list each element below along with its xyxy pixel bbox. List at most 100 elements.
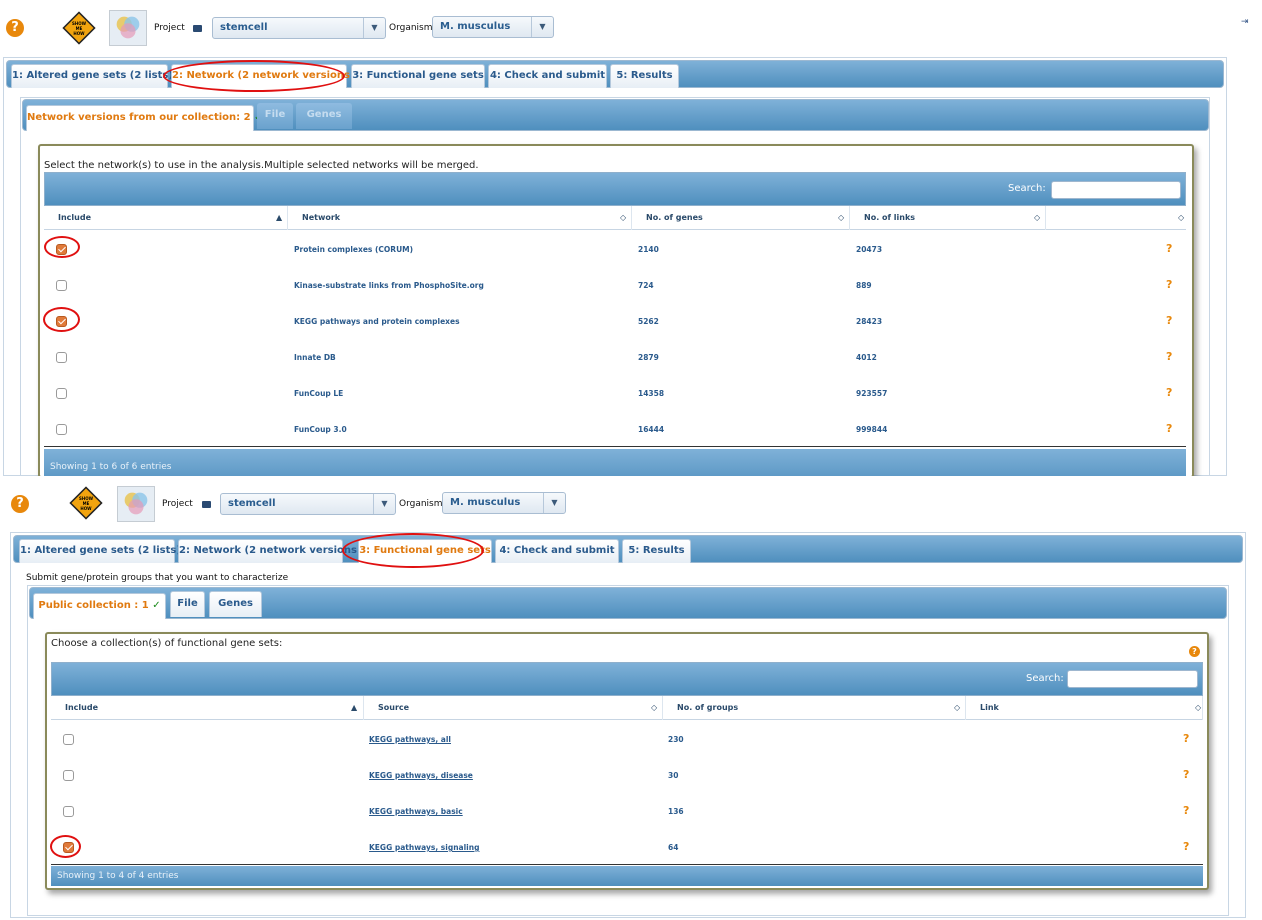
table-row[interactable]: Innate DB 2879 4012 ?: [44, 339, 1186, 375]
include-checkbox[interactable]: [56, 352, 67, 363]
sort-icon[interactable]: ◇: [1034, 206, 1040, 230]
organism-select[interactable]: M. musculus ▼: [442, 492, 566, 514]
help-icon[interactable]: ?: [1166, 314, 1172, 327]
svg-text:HOW: HOW: [73, 31, 85, 36]
project-select[interactable]: stemcell ▼: [212, 17, 386, 39]
tab-check-and-submit[interactable]: 4: Check and submit: [495, 539, 619, 563]
include-checkbox[interactable]: [63, 734, 74, 745]
tab-check-and-submit[interactable]: 4: Check and submit: [488, 64, 607, 88]
subtab-genes[interactable]: Genes: [209, 591, 262, 617]
sort-icon[interactable]: ◇: [1195, 696, 1201, 720]
sort-icon[interactable]: ◇: [620, 206, 626, 230]
help-icon[interactable]: ?: [1166, 422, 1172, 435]
network-name[interactable]: FunCoup 3.0: [294, 425, 347, 434]
col-include[interactable]: Include: [44, 206, 288, 230]
include-checkbox[interactable]: [63, 806, 74, 817]
organism-select[interactable]: M. musculus ▼: [432, 16, 554, 38]
sort-icon[interactable]: ◇: [1178, 206, 1184, 230]
organism-select-value: M. musculus: [440, 21, 511, 32]
genes-count: 5262: [638, 317, 659, 326]
col-include[interactable]: Include: [51, 696, 364, 720]
organism-label: Organism: [399, 499, 443, 509]
network-name[interactable]: Innate DB: [294, 353, 336, 362]
table-row[interactable]: KEGG pathways, signaling 64 ?: [51, 829, 1203, 865]
help-icon[interactable]: ?: [11, 495, 29, 513]
help-icon[interactable]: ?: [6, 19, 24, 37]
col-genes[interactable]: No. of genes: [632, 206, 850, 230]
show-me-how-icon[interactable]: SHOW ME HOW: [61, 10, 97, 46]
include-checkbox[interactable]: [56, 280, 67, 291]
sort-icon[interactable]: ◇: [651, 696, 657, 720]
logout-icon[interactable]: ⇥: [1241, 17, 1249, 27]
groups-count: 30: [668, 771, 679, 780]
tab-functional-gene-sets[interactable]: 3: Functional gene sets: [351, 64, 485, 88]
network-description: Select the network(s) to use in the anal…: [44, 160, 479, 171]
help-icon[interactable]: ?: [1166, 386, 1172, 399]
project-select-value: stemcell: [228, 498, 276, 509]
search-input[interactable]: [1051, 181, 1181, 199]
subtab-file[interactable]: File: [257, 103, 293, 129]
links-count: 999844: [856, 425, 888, 434]
table-row[interactable]: Protein complexes (CORUM) 2140 20473 ?: [44, 231, 1186, 267]
table-row[interactable]: FunCoup LE 14358 923557 ?: [44, 375, 1186, 411]
col-groups[interactable]: No. of groups: [663, 696, 966, 720]
genes-count: 724: [638, 281, 654, 290]
table-row[interactable]: Kinase-substrate links from PhosphoSite.…: [44, 267, 1186, 303]
source-link[interactable]: KEGG pathways, disease: [369, 771, 473, 780]
functional-description: Choose a collection(s) of functional gen…: [51, 638, 283, 649]
include-checkbox[interactable]: [63, 770, 74, 781]
include-checkbox[interactable]: [56, 388, 67, 399]
help-icon[interactable]: ?: [1183, 768, 1189, 781]
network-name[interactable]: FunCoup LE: [294, 389, 343, 398]
show-me-how-icon[interactable]: SHOW ME HOW: [68, 485, 104, 521]
col-network[interactable]: Network: [288, 206, 632, 230]
network-step-screenshot: ? SHOW ME HOW Project stemcell ▼ Organis…: [0, 0, 1262, 476]
help-icon[interactable]: ?: [1189, 646, 1200, 657]
help-icon[interactable]: ?: [1166, 278, 1172, 291]
help-icon[interactable]: ?: [1183, 840, 1189, 853]
chevron-down-icon: ▼: [531, 17, 553, 37]
tab-results[interactable]: 5: Results: [610, 64, 679, 88]
col-link[interactable]: Link: [966, 696, 1203, 720]
annotation-circle: [163, 60, 345, 92]
sort-asc-icon[interactable]: ▲: [351, 696, 357, 720]
genes-count: 14358: [638, 389, 665, 398]
tab-results[interactable]: 5: Results: [622, 539, 691, 563]
table-row[interactable]: KEGG pathways, basic 136 ?: [51, 793, 1203, 829]
network-name[interactable]: Protein complexes (CORUM): [294, 245, 413, 254]
network-name[interactable]: Kinase-substrate links from PhosphoSite.…: [294, 281, 484, 290]
project-label: Project: [162, 499, 193, 509]
subtab-network-collection[interactable]: Network versions from our collection: 2 …: [26, 105, 262, 131]
table-row[interactable]: KEGG pathways and protein complexes 5262…: [44, 303, 1186, 339]
subtab-genes[interactable]: Genes: [296, 103, 352, 129]
table-row[interactable]: KEGG pathways, all 230 ?: [51, 721, 1203, 757]
source-link[interactable]: KEGG pathways, signaling: [369, 843, 479, 852]
help-icon[interactable]: ?: [1183, 804, 1189, 817]
table-toolbar: Search:: [51, 662, 1203, 696]
tab-network[interactable]: 2: Network (2 network versions): [178, 539, 362, 563]
help-icon[interactable]: ?: [1166, 242, 1172, 255]
col-source[interactable]: Source: [364, 696, 663, 720]
sort-icon[interactable]: ◇: [954, 696, 960, 720]
network-subtabbar: Network versions from our collection: 2 …: [22, 99, 1209, 131]
col-links[interactable]: No. of links: [850, 206, 1046, 230]
project-select[interactable]: stemcell ▼: [220, 493, 396, 515]
sort-icon[interactable]: ◇: [838, 206, 844, 230]
tab-altered-gene-sets[interactable]: 1: Altered gene sets (2 lists): [19, 539, 181, 563]
subtab-public-collection[interactable]: Public collection : 1 ✓: [33, 593, 166, 619]
help-icon[interactable]: ?: [1183, 732, 1189, 745]
links-count: 4012: [856, 353, 877, 362]
tab-altered-gene-sets[interactable]: 1: Altered gene sets (2 lists): [11, 64, 173, 88]
functional-step-screenshot: ? SHOW ME HOW Project stemcell ▼ Organis…: [0, 476, 1262, 920]
subtab-file[interactable]: File: [170, 591, 205, 617]
help-icon[interactable]: ?: [1166, 350, 1172, 363]
table-row[interactable]: FunCoup 3.0 16444 999844 ?: [44, 411, 1186, 447]
source-link[interactable]: KEGG pathways, basic: [369, 807, 463, 816]
include-checkbox[interactable]: [56, 424, 67, 435]
links-count: 923557: [856, 389, 888, 398]
sort-asc-icon[interactable]: ▲: [276, 206, 282, 230]
source-link[interactable]: KEGG pathways, all: [369, 735, 451, 744]
network-name[interactable]: KEGG pathways and protein complexes: [294, 317, 460, 326]
table-row[interactable]: KEGG pathways, disease 30 ?: [51, 757, 1203, 793]
search-input[interactable]: [1067, 670, 1198, 688]
